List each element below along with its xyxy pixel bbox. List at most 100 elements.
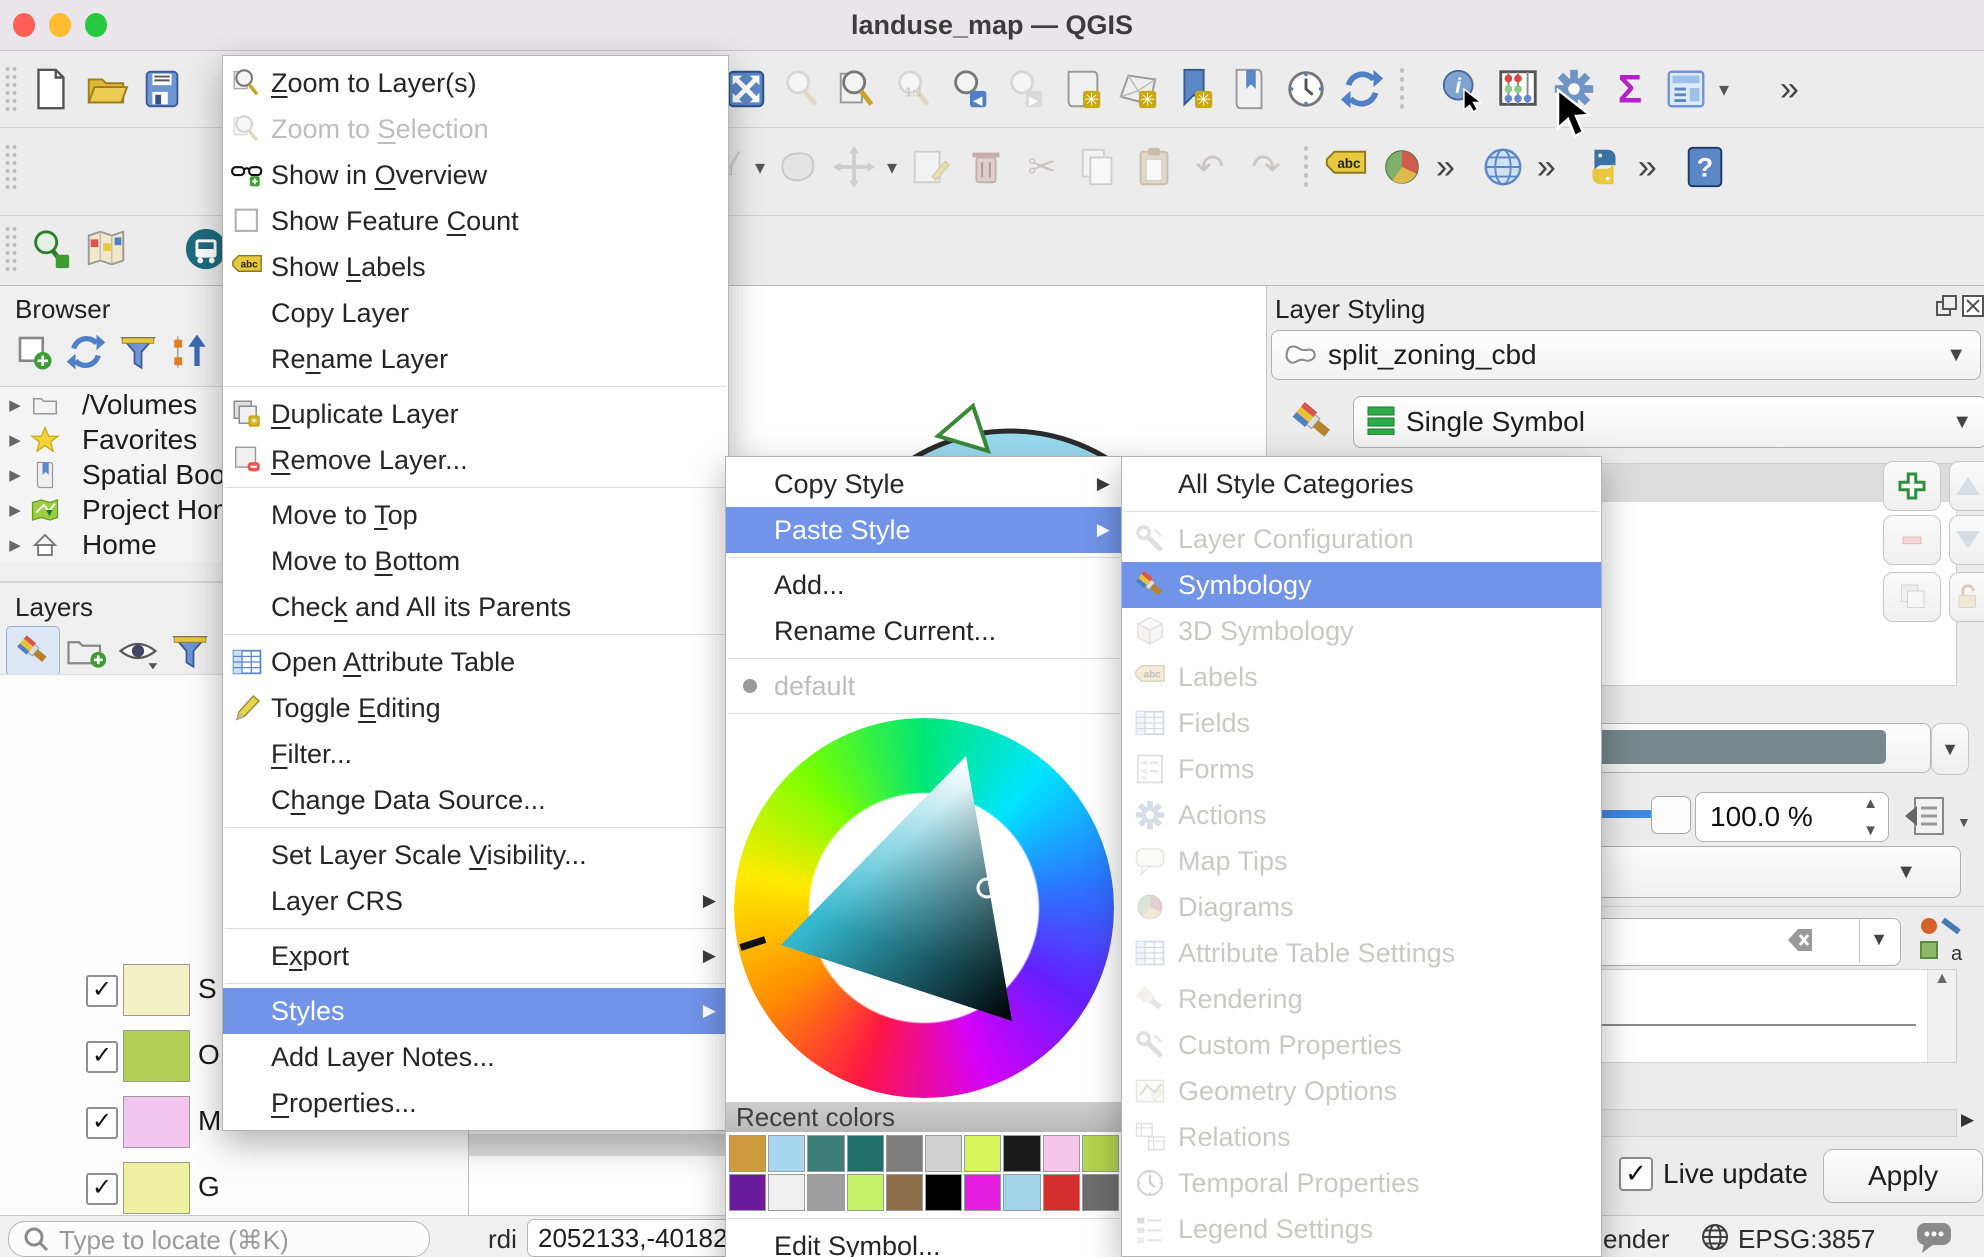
- menu-item-set-layer-scale-visibility[interactable]: Set Layer Scale Visibility...: [223, 832, 728, 878]
- cut-button[interactable]: ✂: [1014, 139, 1070, 195]
- layer-row-g[interactable]: ✓ G: [0, 1157, 468, 1219]
- clear-field-icon[interactable]: [1778, 925, 1814, 960]
- new-3d-view-button[interactable]: ✳: [1110, 61, 1166, 117]
- add-symbol-layer-button[interactable]: [1883, 461, 1941, 511]
- menu-item-add-layer-notes[interactable]: Add Layer Notes...: [223, 1034, 728, 1080]
- remove-symbol-layer-button[interactable]: [1883, 515, 1941, 565]
- crs-globe-icon[interactable]: [1700, 1222, 1730, 1257]
- data-defined-override-icon[interactable]: [1901, 790, 1953, 847]
- menu-item-fields[interactable]: Fields: [1122, 700, 1601, 746]
- temporal-button[interactable]: [1278, 61, 1334, 117]
- menu-item-diagrams[interactable]: Diagrams: [1122, 884, 1601, 930]
- menu-item-rename-current[interactable]: Rename Current...: [726, 608, 1122, 654]
- toolbar-grip[interactable]: [4, 143, 18, 191]
- recent-color-swatch[interactable]: [925, 1174, 962, 1211]
- close-panel-icon[interactable]: [1961, 294, 1984, 323]
- recent-color-swatch[interactable]: [768, 1174, 805, 1211]
- move-symbol-up-button[interactable]: [1949, 461, 1984, 511]
- recent-color-swatch[interactable]: [886, 1135, 923, 1172]
- map-colored-button[interactable]: [78, 221, 134, 277]
- blob-button[interactable]: [770, 139, 826, 195]
- crs-indicator[interactable]: EPSG:3857: [1738, 1224, 1875, 1255]
- menu-item-rendering[interactable]: Rendering: [1122, 976, 1601, 1022]
- recent-color-swatch[interactable]: [1043, 1174, 1080, 1211]
- help-button[interactable]: ?: [1677, 139, 1733, 195]
- menu-item-relations[interactable]: Relations: [1122, 1114, 1601, 1160]
- spin-down-icon[interactable]: ▼: [1863, 822, 1878, 839]
- layout-list-button[interactable]: [1658, 61, 1714, 117]
- layer-visibility-checkbox[interactable]: ✓: [86, 975, 118, 1007]
- menu-item-move-to-bottom[interactable]: Move to Bottom: [223, 538, 728, 584]
- menu-item-properties[interactable]: Properties...: [223, 1080, 728, 1126]
- menu-item-check-and-all-its-parents[interactable]: Check and All its Parents: [223, 584, 728, 630]
- recent-color-swatch[interactable]: [807, 1135, 844, 1172]
- open-folder-button[interactable]: [78, 61, 134, 117]
- scroll-up-icon[interactable]: ▲: [1934, 970, 1950, 987]
- recent-color-swatch[interactable]: [886, 1174, 923, 1211]
- add-overlay-button[interactable]: [8, 328, 60, 376]
- funnel2-button[interactable]: [164, 627, 216, 675]
- menu-item-show-in-overview[interactable]: Show in Overview: [223, 152, 728, 198]
- menu-item-attribute-table-settings[interactable]: Attribute Table Settings: [1122, 930, 1601, 976]
- expand-arrow-icon[interactable]: ▶: [0, 431, 30, 449]
- recent-color-swatch[interactable]: [768, 1135, 805, 1172]
- recent-color-swatch[interactable]: [1003, 1135, 1040, 1172]
- menu-item-forms[interactable]: Forms: [1122, 746, 1601, 792]
- menu-item-rename-layer[interactable]: Rename Layer: [223, 336, 728, 382]
- menu-item-all-style-categories[interactable]: All Style Categories: [1122, 461, 1601, 507]
- color-wheel[interactable]: [734, 718, 1114, 1098]
- layer-visibility-checkbox[interactable]: ✓: [86, 1107, 118, 1139]
- new-file-button[interactable]: [22, 61, 78, 117]
- zoom-last-button[interactable]: ◀: [942, 61, 998, 117]
- opacity-slider-handle[interactable]: [1651, 796, 1691, 834]
- menu-item-open-attribute-table[interactable]: Open Attribute Table: [223, 639, 728, 685]
- float-panel-icon[interactable]: [1935, 294, 1959, 323]
- redo-button[interactable]: ↷: [1238, 139, 1294, 195]
- styling-dock-button[interactable]: [6, 626, 60, 676]
- expand-arrow-icon[interactable]: ▶: [0, 466, 30, 484]
- recent-color-swatch[interactable]: [1082, 1135, 1119, 1172]
- color-menu-arrow[interactable]: ▼: [1931, 723, 1969, 775]
- zoom-native-button[interactable]: 1:1: [886, 61, 942, 117]
- menu-item-map-tips[interactable]: Map Tips: [1122, 838, 1601, 884]
- toolbar-overflow-button[interactable]: »: [1430, 148, 1461, 187]
- menu-item-copy-style[interactable]: Copy Style ▶: [726, 461, 1122, 507]
- toolbar-overflow-button[interactable]: »: [1774, 70, 1805, 109]
- toolbar-grip[interactable]: [4, 225, 18, 273]
- menu-item-temporal-properties[interactable]: Temporal Properties: [1122, 1160, 1601, 1206]
- lock-symbol-button[interactable]: [1949, 572, 1984, 622]
- recent-color-swatch[interactable]: [964, 1135, 1001, 1172]
- save-button[interactable]: [134, 61, 190, 117]
- add-group-button[interactable]: [60, 627, 112, 675]
- style-manager-icon[interactable]: a: [1915, 914, 1967, 971]
- menu-item-default[interactable]: default: [726, 663, 1122, 709]
- move-f-button[interactable]: [826, 139, 882, 195]
- identify-button[interactable]: i: [1434, 61, 1490, 117]
- menu-item-add[interactable]: Add...: [726, 562, 1122, 608]
- menu-item-copy-layer[interactable]: Copy Layer: [223, 290, 728, 336]
- layer-select-combo[interactable]: split_zoning_cbd ▼: [1271, 330, 1981, 380]
- new-map-view-button[interactable]: ✳: [1054, 61, 1110, 117]
- bookmark-new-button[interactable]: ✳: [1166, 61, 1222, 117]
- abc-yellow-button[interactable]: abc: [1318, 139, 1374, 195]
- zoom-layer-button[interactable]: [830, 61, 886, 117]
- menu-item-3d-symbology[interactable]: 3D Symbology: [1122, 608, 1601, 654]
- statistics-button[interactable]: [1490, 61, 1546, 117]
- canvas-scrollbar[interactable]: [468, 1134, 728, 1156]
- menu-item-zoom-to-selection[interactable]: Zoom to Selection: [223, 106, 728, 152]
- recent-color-swatch[interactable]: [1082, 1174, 1119, 1211]
- menu-item-zoom-to-layer-s[interactable]: Zoom to Layer(s): [223, 60, 728, 106]
- recent-color-swatch[interactable]: [729, 1135, 766, 1172]
- python-button[interactable]: [1576, 139, 1632, 195]
- menu-item-toggle-editing[interactable]: Toggle Editing: [223, 685, 728, 731]
- menu-item-labels[interactable]: abc Labels: [1122, 654, 1601, 700]
- apply-button[interactable]: Apply: [1823, 1149, 1983, 1203]
- menu-item-export[interactable]: Export ▶: [223, 933, 728, 979]
- duplicate-symbol-layer-button[interactable]: [1883, 572, 1941, 622]
- renderer-combo[interactable]: Single Symbol ▼: [1353, 396, 1984, 448]
- recent-color-swatch[interactable]: [807, 1174, 844, 1211]
- menu-item-show-feature-count[interactable]: Show Feature Count: [223, 198, 728, 244]
- refresh-button[interactable]: [1334, 61, 1390, 117]
- menu-item-move-to-top[interactable]: Move to Top: [223, 492, 728, 538]
- layer-visibility-checkbox[interactable]: ✓: [86, 1041, 118, 1073]
